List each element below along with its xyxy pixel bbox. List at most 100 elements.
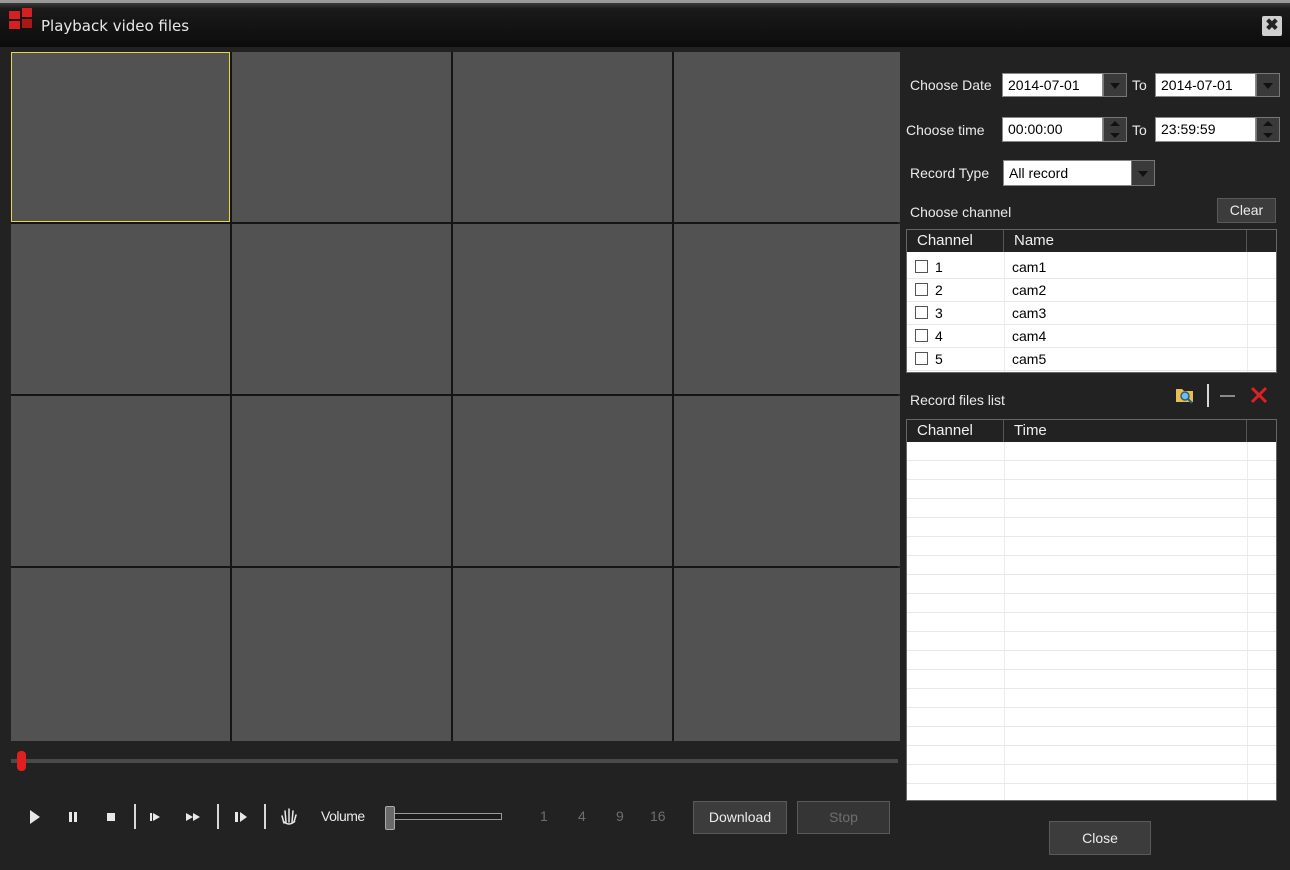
pause-icon[interactable] bbox=[66, 805, 80, 829]
record-empty-row bbox=[907, 670, 1276, 689]
frame-step-icon[interactable] bbox=[232, 805, 250, 829]
time-from-field[interactable]: 00:00:00 bbox=[1002, 117, 1103, 142]
column-header-time[interactable]: Time bbox=[1004, 420, 1247, 442]
channel-row[interactable]: 3 cam3 bbox=[907, 302, 1276, 325]
window-title: Playback video files bbox=[41, 17, 190, 35]
date-from-dropdown-icon[interactable] bbox=[1103, 73, 1127, 97]
video-tile-11[interactable] bbox=[453, 396, 672, 566]
playback-progress-handle[interactable] bbox=[17, 751, 26, 771]
time-to-up-icon[interactable] bbox=[1257, 118, 1279, 130]
channel-table-header: Channel Name bbox=[907, 230, 1276, 252]
slow-forward-icon[interactable] bbox=[148, 805, 164, 829]
stop-icon[interactable] bbox=[104, 805, 118, 829]
search-folder-icon[interactable] bbox=[1175, 385, 1195, 405]
time-from-spinner[interactable] bbox=[1103, 117, 1127, 142]
channel-name: cam4 bbox=[1012, 328, 1047, 344]
channel-checkbox[interactable] bbox=[915, 306, 928, 319]
record-type-label: Record Type bbox=[910, 165, 990, 181]
hand-drag-icon[interactable] bbox=[278, 805, 300, 829]
choose-date-label: Choose Date bbox=[910, 77, 992, 93]
clear-button[interactable]: Clear bbox=[1217, 198, 1276, 223]
channel-row[interactable]: 5 cam5 bbox=[907, 348, 1276, 371]
column-header-name[interactable]: Name bbox=[1004, 230, 1247, 252]
video-tile-16[interactable] bbox=[674, 568, 900, 741]
channel-row[interactable]: 2 cam2 bbox=[907, 279, 1276, 302]
split-1-button[interactable]: 1 bbox=[540, 808, 548, 824]
record-empty-row bbox=[907, 708, 1276, 727]
video-tile-10[interactable] bbox=[232, 396, 451, 566]
time-to-spinner[interactable] bbox=[1256, 117, 1280, 142]
video-tile-9[interactable] bbox=[11, 396, 230, 566]
record-empty-row bbox=[907, 518, 1276, 537]
record-type-dropdown-icon[interactable] bbox=[1131, 160, 1155, 186]
play-icon[interactable] bbox=[28, 805, 42, 829]
record-empty-row bbox=[907, 461, 1276, 480]
video-tile-14[interactable] bbox=[232, 568, 451, 741]
record-table-header: Channel Time bbox=[907, 420, 1276, 442]
split-4-button[interactable]: 4 bbox=[578, 808, 586, 824]
date-from-field[interactable]: 2014-07-01 bbox=[1002, 73, 1103, 97]
record-type-select[interactable]: All record bbox=[1003, 160, 1132, 186]
time-to-field[interactable]: 23:59:59 bbox=[1155, 117, 1256, 142]
video-tile-13[interactable] bbox=[11, 568, 230, 741]
record-empty-row bbox=[907, 746, 1276, 765]
control-separator bbox=[134, 804, 136, 829]
video-tile-6[interactable] bbox=[232, 224, 451, 394]
video-tile-8[interactable] bbox=[674, 224, 900, 394]
video-tile-3[interactable] bbox=[453, 52, 672, 222]
volume-slider-handle[interactable] bbox=[385, 806, 395, 830]
channel-number: 3 bbox=[935, 305, 943, 321]
channel-checkbox[interactable] bbox=[915, 283, 928, 296]
date-to-field[interactable]: 2014-07-01 bbox=[1155, 73, 1256, 97]
record-empty-row bbox=[907, 594, 1276, 613]
channel-row[interactable]: 4 cam4 bbox=[907, 325, 1276, 348]
playback-progress-track[interactable] bbox=[11, 759, 898, 763]
video-tile-12[interactable] bbox=[674, 396, 900, 566]
video-tile-15[interactable] bbox=[453, 568, 672, 741]
time-from-up-icon[interactable] bbox=[1104, 118, 1126, 130]
close-button[interactable]: Close bbox=[1049, 821, 1151, 855]
stop-download-button[interactable]: Stop bbox=[797, 801, 890, 834]
split-16-button[interactable]: 16 bbox=[650, 808, 666, 824]
video-tile-4[interactable] bbox=[674, 52, 900, 222]
fast-forward-icon[interactable] bbox=[184, 805, 202, 829]
record-empty-row bbox=[907, 499, 1276, 518]
choose-channel-label: Choose channel bbox=[910, 204, 1012, 220]
channel-name: cam1 bbox=[1012, 259, 1047, 275]
channel-number: 2 bbox=[935, 282, 943, 298]
record-empty-row bbox=[907, 556, 1276, 575]
record-files-list-label: Record files list bbox=[910, 392, 1005, 408]
record-empty-row bbox=[907, 689, 1276, 708]
video-tile-5[interactable] bbox=[11, 224, 230, 394]
record-empty-row bbox=[907, 632, 1276, 651]
choose-time-label: Choose time bbox=[906, 122, 985, 138]
split-9-button[interactable]: 9 bbox=[616, 808, 624, 824]
title-bar bbox=[0, 0, 1290, 47]
video-tile-2[interactable] bbox=[232, 52, 451, 222]
channel-name: cam2 bbox=[1012, 282, 1047, 298]
time-to-down-icon[interactable] bbox=[1257, 130, 1279, 142]
time-from-down-icon[interactable] bbox=[1104, 130, 1126, 142]
record-files-table: Channel Time bbox=[906, 419, 1277, 801]
close-window-icon[interactable]: ✖ bbox=[1262, 16, 1282, 36]
record-empty-row bbox=[907, 537, 1276, 556]
column-header-channel[interactable]: Channel bbox=[907, 230, 1004, 252]
video-grid bbox=[11, 52, 900, 741]
delete-icon[interactable] bbox=[1250, 386, 1268, 404]
channel-checkbox[interactable] bbox=[915, 329, 928, 342]
channel-checkbox[interactable] bbox=[915, 260, 928, 273]
volume-slider-track[interactable] bbox=[392, 813, 502, 820]
channel-number: 1 bbox=[935, 259, 943, 275]
channel-row[interactable]: 1 cam1 bbox=[907, 256, 1276, 279]
control-separator bbox=[264, 804, 266, 829]
minus-icon[interactable] bbox=[1220, 395, 1235, 397]
date-to-dropdown-icon[interactable] bbox=[1256, 73, 1280, 97]
record-empty-row bbox=[907, 651, 1276, 670]
download-button[interactable]: Download bbox=[693, 801, 787, 834]
channel-checkbox[interactable] bbox=[915, 352, 928, 365]
video-tile-1[interactable] bbox=[11, 52, 230, 222]
column-header-channel[interactable]: Channel bbox=[907, 420, 1004, 442]
record-empty-row bbox=[907, 727, 1276, 746]
video-tile-7[interactable] bbox=[453, 224, 672, 394]
time-to-label: To bbox=[1132, 122, 1147, 138]
